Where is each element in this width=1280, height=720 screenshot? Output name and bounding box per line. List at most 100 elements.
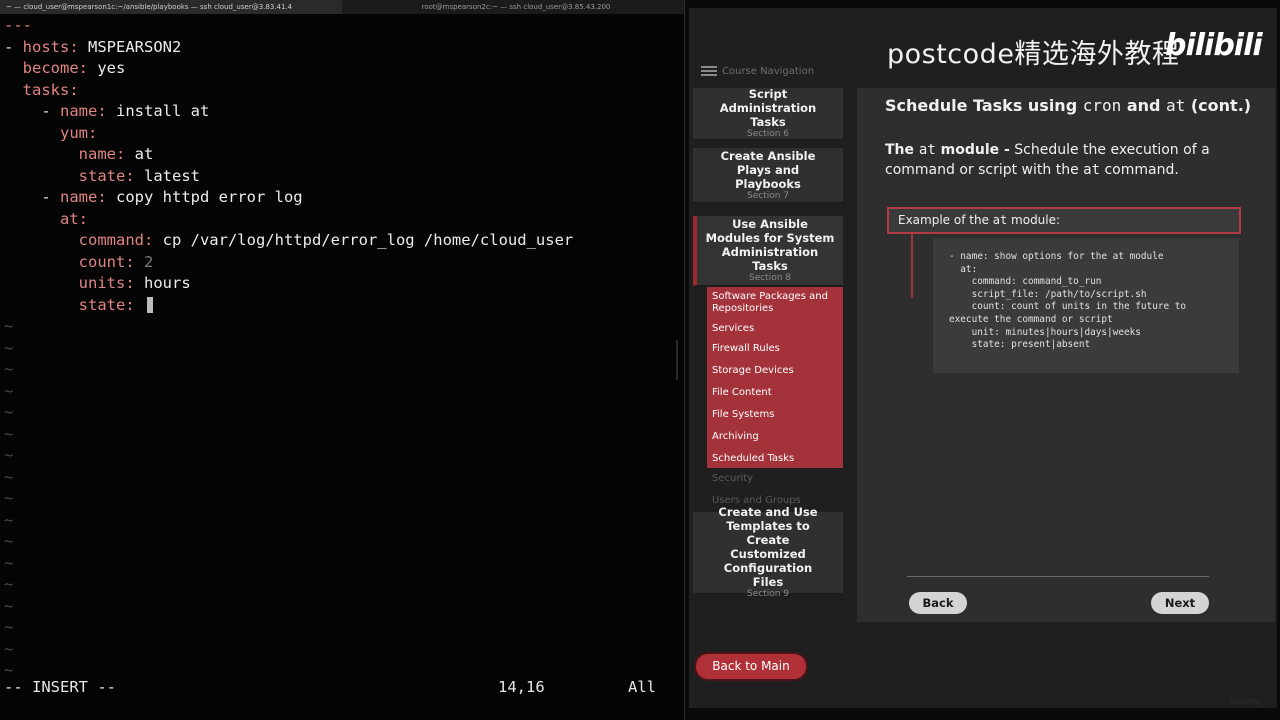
code-line[interactable]: state: latest [4,166,200,187]
line-indent: - [4,188,60,206]
back-button[interactable]: Back [909,592,967,614]
desc-bold-text: module - [935,142,1010,158]
subnav-file-systems[interactable]: File Systems [712,409,840,421]
subnav-firewall-rules[interactable]: Firewall Rules [712,343,840,355]
back-to-main-button[interactable]: Back to Main [696,654,806,679]
title-text: (cont.) [1185,96,1252,115]
example-code-line: unit: minutes|hours|days|weeks [949,326,1141,338]
next-button[interactable]: Next [1151,592,1209,614]
course-navigation-header[interactable]: Course Navigation [701,63,851,81]
yaml-key: name: [60,102,107,120]
example-text: module: [1007,213,1061,227]
title-code-at: at [1166,96,1186,115]
terminal-tab-2[interactable]: root@mspearson2c:~ — ssh cloud_user@3.85… [342,0,684,14]
example-heading: Example of the at module: [887,207,1241,234]
desc-code: at [1083,162,1100,178]
nav-section-number: Section 7 [746,190,790,201]
terminal-window[interactable]: ~ — cloud_user@mspearson1c:~/ansible/pla… [0,0,684,720]
nav-section-title: Script Administration Tasks [719,87,817,129]
title-text: Schedule Tasks using [885,96,1083,115]
lesson-title: Schedule Tasks using cron and at (cont.) [885,96,1251,115]
yaml-value: install at [106,102,210,120]
vim-status-line: -- INSERT -- 14,16 All [4,677,680,698]
nav-section-6[interactable]: Script Administration Tasks Section 6 [693,87,843,140]
bilibili-logo: bilibili [1165,28,1263,63]
empty-line-tilde: ~ [4,596,14,615]
yaml-key: count: [78,252,135,271]
code-line[interactable]: tasks: [4,80,79,101]
empty-line-tilde: ~ [4,575,14,593]
code-line[interactable]: become: yes [4,58,126,79]
watermark-text: postcode精选海外教程 [887,39,1180,70]
code-line[interactable]: - hosts: MSPEARSON2 [4,37,181,58]
empty-line-tilde: ~ [4,381,14,400]
code-line[interactable]: - name: install at [4,101,209,122]
cursor-position: 14,16 [498,678,545,696]
example-text: Example of the [898,213,993,227]
subnav-scheduled-tasks[interactable]: Scheduled Tasks [712,453,840,465]
empty-line-tilde: ~ [4,553,14,572]
subnav-archiving[interactable]: Archiving [712,431,840,443]
code-line[interactable]: name: at [4,144,154,165]
yaml-key: become: [22,59,88,77]
yaml-key: units: [78,274,135,292]
yaml-key: yum: [60,123,98,142]
empty-line-tilde: ~ [4,639,14,658]
yaml-value: cp /var/log/httpd/error_log /home/cloud_… [153,231,574,249]
yaml-key: state: [78,166,135,185]
code-line[interactable]: command: cp /var/log/httpd/error_log /ho… [4,230,574,251]
example-code-line: execute the command or script [949,313,1113,325]
yaml-key: command: [78,231,154,249]
code-line[interactable]: count: 2 [4,252,154,273]
code-line[interactable]: at: [4,209,88,230]
lesson-description: The at module - Schedule the execution o… [885,140,1265,180]
example-code-line: - name: show options for the at module [949,251,1164,262]
nav-section-7[interactable]: Create Ansible Plays and Playbooks Secti… [693,148,843,203]
subnav-storage-devices[interactable]: Storage Devices [712,365,840,377]
terminal-tab-1[interactable]: ~ — cloud_user@mspearson1c:~/ansible/pla… [0,0,342,14]
desc-bold-code: at [918,142,936,158]
nav-section-9[interactable]: Create and Use Templates to Create Custo… [693,505,843,599]
code-line[interactable]: units: hours [4,273,191,294]
yaml-number: 2 [144,252,154,271]
split-divider[interactable] [676,340,678,380]
example-code-line: script_file: /path/to/script.sh [949,288,1147,300]
code-line[interactable]: - name: copy httpd error log [4,187,303,208]
code-line[interactable]: --- [4,15,32,36]
subnav-services[interactable]: Services [712,323,840,335]
code-line[interactable]: state: [4,295,153,316]
vim-mode-indicator: -- INSERT -- [4,678,116,696]
nav-section-number: Section 8 [748,273,792,283]
hamburger-menu-icon[interactable] [701,64,717,78]
yaml-key: tasks: [22,80,79,99]
example-code-line: at: [949,263,978,275]
yaml-value: yes [88,59,126,77]
text-cursor [147,296,153,313]
subnav-file-content[interactable]: File Content [712,387,840,399]
lesson-content-panel: Schedule Tasks using cron and at (cont.)… [857,88,1275,622]
yaml-value: MSPEARSON2 [78,37,182,56]
udemy-watermark: Udemy [1229,697,1261,707]
empty-line-tilde: ~ [4,338,14,357]
yaml-value: hours [134,274,191,292]
code-line[interactable]: yum: [4,123,97,144]
nav-section-number: Section 6 [746,129,790,139]
empty-line-tilde: ~ [4,510,14,529]
empty-line-tilde: ~ [4,317,14,335]
subnav-security[interactable]: Security [712,473,840,485]
yaml-value [135,296,144,314]
subnav-software-packages[interactable]: Software Packages and Repositories [712,291,840,315]
yaml-value: copy httpd error log [106,188,303,206]
yaml-key: state: [78,295,135,314]
desc-bold-text: The [885,142,919,158]
nav-section-8[interactable]: Use Ansible Modules for System Administr… [693,216,843,286]
course-navigation-label: Course Navigation [722,66,815,77]
nav-section-title: Create and Use Templates to Create Custo… [718,505,818,589]
